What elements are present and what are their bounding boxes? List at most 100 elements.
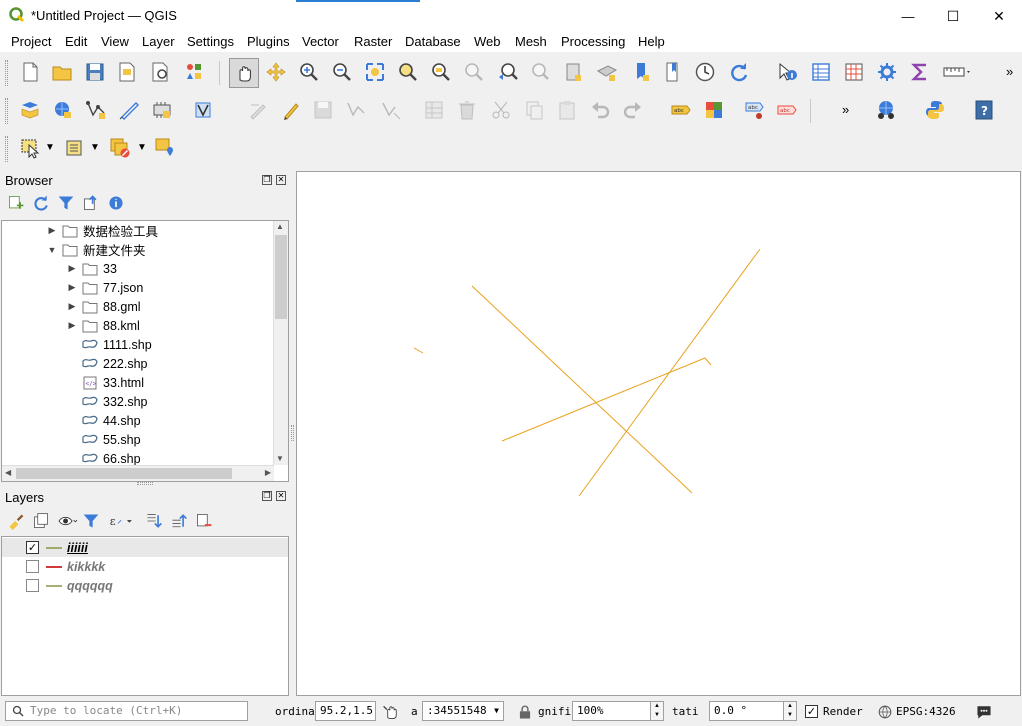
scale-combo[interactable]: :34551548 ▼ <box>422 701 504 721</box>
crs-label[interactable]: EPSG:4326 <box>896 705 956 718</box>
web-icon[interactable] <box>873 97 899 123</box>
zoom-native-icon[interactable] <box>461 59 487 85</box>
locator-search-input[interactable]: Type to locate (Ctrl+K) <box>5 701 248 721</box>
menu-vector[interactable]: Vector <box>302 34 339 49</box>
browser-item[interactable]: ▶ 77.json <box>66 278 144 297</box>
refresh-icon[interactable] <box>726 59 752 85</box>
zoom-next-icon[interactable] <box>528 59 554 85</box>
close-button[interactable]: ✕ <box>976 0 1022 32</box>
panel-splitter[interactable] <box>137 482 153 485</box>
new-bookmark-icon[interactable] <box>561 59 587 85</box>
cut-features-icon[interactable] <box>488 97 514 123</box>
menu-layer[interactable]: Layer <box>142 34 175 49</box>
manage-visibility-icon[interactable] <box>55 510 81 532</box>
map-canvas[interactable] <box>296 171 1021 696</box>
maximize-button[interactable]: ☐ <box>930 0 976 32</box>
deselect-all-icon[interactable] <box>107 135 133 161</box>
new-virtual-layer-icon[interactable] <box>149 97 175 123</box>
expand-arrow-right-icon[interactable]: ▶ <box>66 282 78 293</box>
data-source-manager-icon[interactable] <box>17 97 43 123</box>
menu-mesh[interactable]: Mesh <box>515 34 547 49</box>
menu-edit[interactable]: Edit <box>65 34 87 49</box>
menu-view[interactable]: View <box>101 34 129 49</box>
close-panel-icon[interactable]: ✕ <box>276 175 286 185</box>
info-icon[interactable] <box>105 192 127 214</box>
toolbar-grip[interactable] <box>5 136 8 162</box>
zoom-last-icon[interactable] <box>495 59 521 85</box>
processing-toolbox-icon[interactable] <box>874 59 900 85</box>
menu-processing[interactable]: Processing <box>561 34 625 49</box>
expand-arrow-down-icon[interactable]: ▼ <box>46 245 58 255</box>
layer-visibility-checkbox[interactable] <box>26 560 39 573</box>
collapse-all-icon[interactable] <box>80 192 102 214</box>
select-features-icon[interactable] <box>17 135 43 161</box>
menu-help[interactable]: Help <box>638 34 665 49</box>
scrollbar-thumb[interactable] <box>275 235 287 319</box>
layer-visibility-checkbox[interactable]: ✓ <box>26 541 39 554</box>
layer-row[interactable]: qqqqqq <box>2 576 288 595</box>
collapse-all-icon[interactable] <box>168 510 190 532</box>
add-feature-icon[interactable] <box>343 97 369 123</box>
menu-project[interactable]: Project <box>11 34 51 49</box>
digitize-icon[interactable] <box>116 97 142 123</box>
lock-scale-icon[interactable] <box>512 699 538 725</box>
refresh-icon[interactable] <box>30 192 52 214</box>
vertex-tool-icon[interactable] <box>378 97 404 123</box>
toolbar-grip[interactable] <box>5 98 8 124</box>
layer-row[interactable]: kikkkk <box>2 557 288 576</box>
create-layer-icon[interactable] <box>190 97 216 123</box>
expand-all-icon[interactable] <box>143 510 165 532</box>
layout-manager-icon[interactable] <box>147 59 173 85</box>
toggle-extents-icon[interactable] <box>378 699 404 725</box>
zoom-to-layer-icon[interactable] <box>428 59 454 85</box>
browser-item[interactable]: ▶ 数据检验工具 <box>46 221 158 240</box>
identify-features-icon[interactable] <box>774 59 800 85</box>
browser-item[interactable]: 222.shp <box>66 354 147 373</box>
scrollbar-thumb[interactable] <box>16 468 232 479</box>
pan-to-selection-icon[interactable] <box>263 59 289 85</box>
toolbar-more[interactable]: » <box>1006 64 1013 79</box>
delete-selected-icon[interactable] <box>454 97 480 123</box>
crs-globe-icon[interactable] <box>872 699 898 725</box>
temporal-controller-icon[interactable] <box>660 59 686 85</box>
messages-icon[interactable] <box>971 699 997 725</box>
zoom-out-icon[interactable] <box>329 59 355 85</box>
toggle-editing-icon[interactable] <box>278 97 304 123</box>
measure-icon[interactable] <box>940 59 974 85</box>
browser-horizontal-scrollbar[interactable]: ◀ ▶ <box>2 465 274 481</box>
zoom-full-icon[interactable] <box>362 59 388 85</box>
close-panel-icon[interactable]: ✕ <box>276 491 286 501</box>
browser-item[interactable]: 332.shp <box>66 392 147 411</box>
zoom-in-icon[interactable] <box>296 59 322 85</box>
pan-map-icon[interactable] <box>229 58 259 88</box>
pin-label-icon[interactable]: abc <box>742 97 768 123</box>
select-location-icon[interactable] <box>152 135 178 161</box>
browser-item[interactable]: 55.shp <box>66 430 141 449</box>
layer-styling-icon[interactable] <box>5 510 27 532</box>
new-project-icon[interactable] <box>17 59 43 85</box>
paste-features-icon[interactable] <box>554 97 580 123</box>
chevron-down-icon[interactable]: ▼ <box>90 142 100 153</box>
expand-arrow-right-icon[interactable]: ▶ <box>66 301 78 312</box>
menu-web[interactable]: Web <box>474 34 501 49</box>
label-icon[interactable]: abc <box>668 97 694 123</box>
browser-item[interactable]: 44.shp <box>66 411 141 430</box>
rotation-spinner[interactable]: ▲ ▼ <box>783 701 797 721</box>
field-calculator-icon[interactable] <box>841 59 867 85</box>
chevron-down-icon[interactable]: ▼ <box>137 142 147 153</box>
toolbar-grip[interactable] <box>5 60 8 86</box>
menu-plugins[interactable]: Plugins <box>247 34 290 49</box>
minimize-button[interactable]: — <box>885 0 931 32</box>
new-shapefile-icon[interactable] <box>83 97 109 123</box>
coordinate-field[interactable]: 95.2,1.5 <box>315 701 376 721</box>
current-edits-icon[interactable] <box>244 97 270 123</box>
redo-icon[interactable] <box>620 97 646 123</box>
layer-visibility-checkbox[interactable] <box>26 579 39 592</box>
select-by-value-icon[interactable] <box>62 135 88 161</box>
browser-item[interactable]: ▶ 88.kml <box>66 316 140 335</box>
diagram-icon[interactable] <box>701 97 727 123</box>
layer-row[interactable]: ✓ iiiiii <box>2 538 288 557</box>
new-print-layout-icon[interactable] <box>114 59 140 85</box>
browser-item[interactable]: ▶ 33 <box>66 259 117 278</box>
filter-icon[interactable] <box>55 192 77 214</box>
